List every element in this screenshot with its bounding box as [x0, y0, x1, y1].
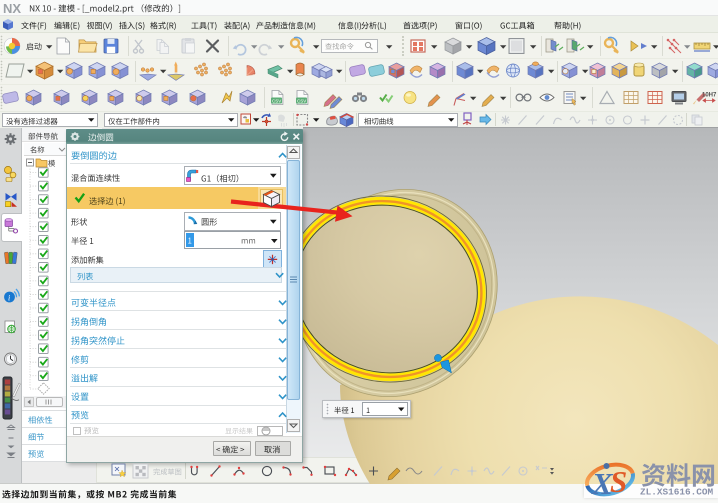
svg-text:S: S	[610, 464, 627, 499]
svg-text:ZL.XS1616.COM: ZL.XS1616.COM	[640, 487, 714, 498]
